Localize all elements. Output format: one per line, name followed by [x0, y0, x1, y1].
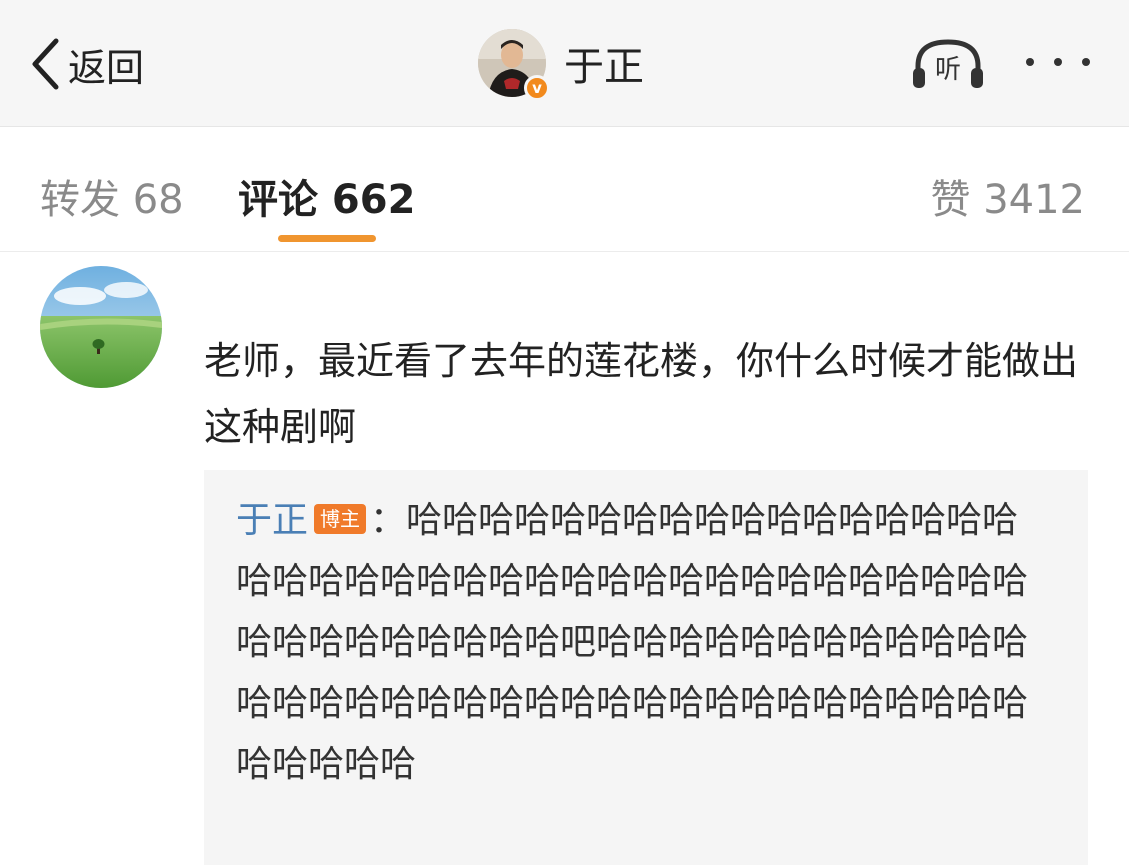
back-button[interactable]: 返回 — [30, 36, 144, 92]
listen-label: 听 — [935, 55, 961, 85]
headphones-icon: 听 — [913, 39, 983, 88]
reply-box[interactable]: 于正 博主 ：哈哈哈哈哈哈哈哈哈哈哈哈哈哈哈哈哈哈哈哈哈哈哈哈哈哈哈哈哈哈哈哈哈哈哈… — [204, 470, 1088, 865]
reply-author[interactable]: 于正 — [236, 500, 308, 541]
tab-repost[interactable]: 转发 68 — [40, 167, 184, 225]
tab-comment[interactable]: 评论 662 — [238, 167, 415, 225]
profile-avatar-wrap[interactable]: v — [478, 29, 550, 101]
comment-item: 老师，最近看了去年的莲花楼，你什么时候才能做出这种剧啊 于正 博主 ：哈哈哈哈哈哈哈… — [0, 252, 1129, 865]
profile-name[interactable]: 于正 — [564, 34, 644, 92]
weibo-comment-page: 返回 v 于正 听 转发 68 评论 662 赞 3412 老师，最近看了去年的… — [0, 0, 1129, 865]
top-navbar: 返回 v 于正 听 — [0, 0, 1129, 127]
landscape-avatar-image — [40, 266, 162, 388]
reply-separator: ： — [370, 500, 407, 541]
reply-content: 于正 博主 ：哈哈哈哈哈哈哈哈哈哈哈哈哈哈哈哈哈哈哈哈哈哈哈哈哈哈哈哈哈哈哈哈哈哈哈… — [236, 490, 1036, 795]
more-dots-icon — [1054, 58, 1062, 66]
chevron-left-icon — [32, 38, 59, 90]
tab-bar: 转发 68 评论 662 赞 3412 — [0, 127, 1129, 252]
tab-like[interactable]: 赞 3412 — [930, 167, 1085, 225]
more-dots-icon — [1082, 58, 1090, 66]
reply-text: 哈哈哈哈哈哈哈哈哈哈哈哈哈哈哈哈哈哈哈哈哈哈哈哈哈哈哈哈哈哈哈哈哈哈哈哈哈哈哈哈… — [236, 500, 1029, 785]
listen-button[interactable]: 听 — [910, 36, 986, 92]
verified-badge: v — [524, 75, 550, 101]
active-tab-indicator — [278, 235, 376, 242]
commenter-avatar[interactable] — [40, 266, 162, 388]
back-label: 返回 — [68, 45, 145, 90]
more-dots-icon — [1026, 58, 1034, 66]
author-badge: 博主 — [314, 504, 367, 534]
comment-text: 老师，最近看了去年的莲花楼，你什么时候才能做出这种剧啊 — [204, 339, 1079, 449]
more-options-button[interactable] — [1026, 52, 1090, 72]
profile-header[interactable]: v 于正 — [478, 26, 644, 101]
